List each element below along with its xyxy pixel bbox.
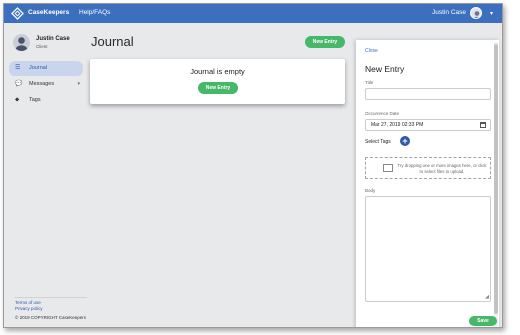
user-menu-caret-icon[interactable]: ▾ [490,10,493,17]
title-label: Title [365,80,374,85]
panel-scrollbar[interactable] [494,42,498,327]
new-entry-button[interactable]: New Entry [305,36,345,48]
privacy-link[interactable]: Privacy policy [15,306,87,312]
sidebar-item-journal[interactable]: ☰ Journal [9,61,83,76]
close-button[interactable]: Close [365,48,378,54]
avatar[interactable] [470,7,482,19]
sidebar-item-label: Messages [29,81,55,87]
sidebar: Justin Case Client ☰ Journal 💬 Messages … [4,23,88,327]
sidebar-avatar [13,34,30,51]
calendar-icon[interactable] [480,122,486,128]
help-faqs-link[interactable]: Help/FAQs [79,9,110,16]
user-icon [15,37,28,51]
casekeepers-logo-icon[interactable] [11,7,24,20]
image-dropzone[interactable]: Try dropping one or more images here, or… [365,157,491,179]
sidebar-nav: ☰ Journal 💬 Messages ▾ ⬥ Tags [9,61,83,109]
sidebar-item-label: Journal [29,65,48,71]
user-icon [473,11,481,18]
copyright-text: © 2019 COPYRIGHT CaseKeepers [15,315,87,320]
empty-message: Journal is empty [190,67,245,76]
scrollbar-thumb[interactable] [494,44,498,314]
empty-journal-card: Journal is empty New Entry [90,59,345,104]
sidebar-footer: Terms of use Privacy policy [15,297,87,312]
brand-name[interactable]: CaseKeepers [28,9,69,16]
sidebar-item-tags[interactable]: ⬥ Tags [9,93,83,108]
sidebar-user-role: Client [36,44,48,49]
header-user-name[interactable]: Justin Case [432,9,466,16]
resize-handle-icon[interactable]: ◢ [485,294,489,300]
title-input[interactable] [365,88,491,100]
chat-icon: 💬 [15,81,23,87]
add-tag-button[interactable]: + [400,136,410,146]
date-label: Occurrence Date [365,111,400,116]
sidebar-item-label: Tags [29,97,41,103]
sidebar-user-name: Justin Case [36,36,70,42]
sidebar-item-messages[interactable]: 💬 Messages ▾ [9,77,83,92]
image-icon [383,164,393,172]
app-window: CaseKeepers Help/FAQs Justin Case ▾ Just… [3,3,503,328]
select-tags-label: Select Tags [365,139,391,145]
journal-icon: ☰ [15,65,21,71]
top-bar: CaseKeepers Help/FAQs Justin Case ▾ [4,4,502,23]
body-textarea[interactable]: ◢ [365,196,491,302]
tag-icon: ⬥ [15,97,20,103]
card-new-entry-button[interactable]: New Entry [198,82,238,94]
new-entry-panel: Close New Entry Title Occurrence Date Ma… [356,40,499,327]
date-value: Mar 27, 2019 02:33 PM [371,122,424,128]
panel-title: New Entry [365,64,405,74]
occurrence-date-input[interactable]: Mar 27, 2019 02:33 PM [365,119,491,131]
dropzone-text: Try dropping one or more images here, or… [397,163,487,174]
save-button[interactable]: Save [469,316,497,326]
page-title: Journal [91,34,134,49]
body-label: Body [365,188,376,193]
chevron-down-icon: ▾ [77,81,80,87]
